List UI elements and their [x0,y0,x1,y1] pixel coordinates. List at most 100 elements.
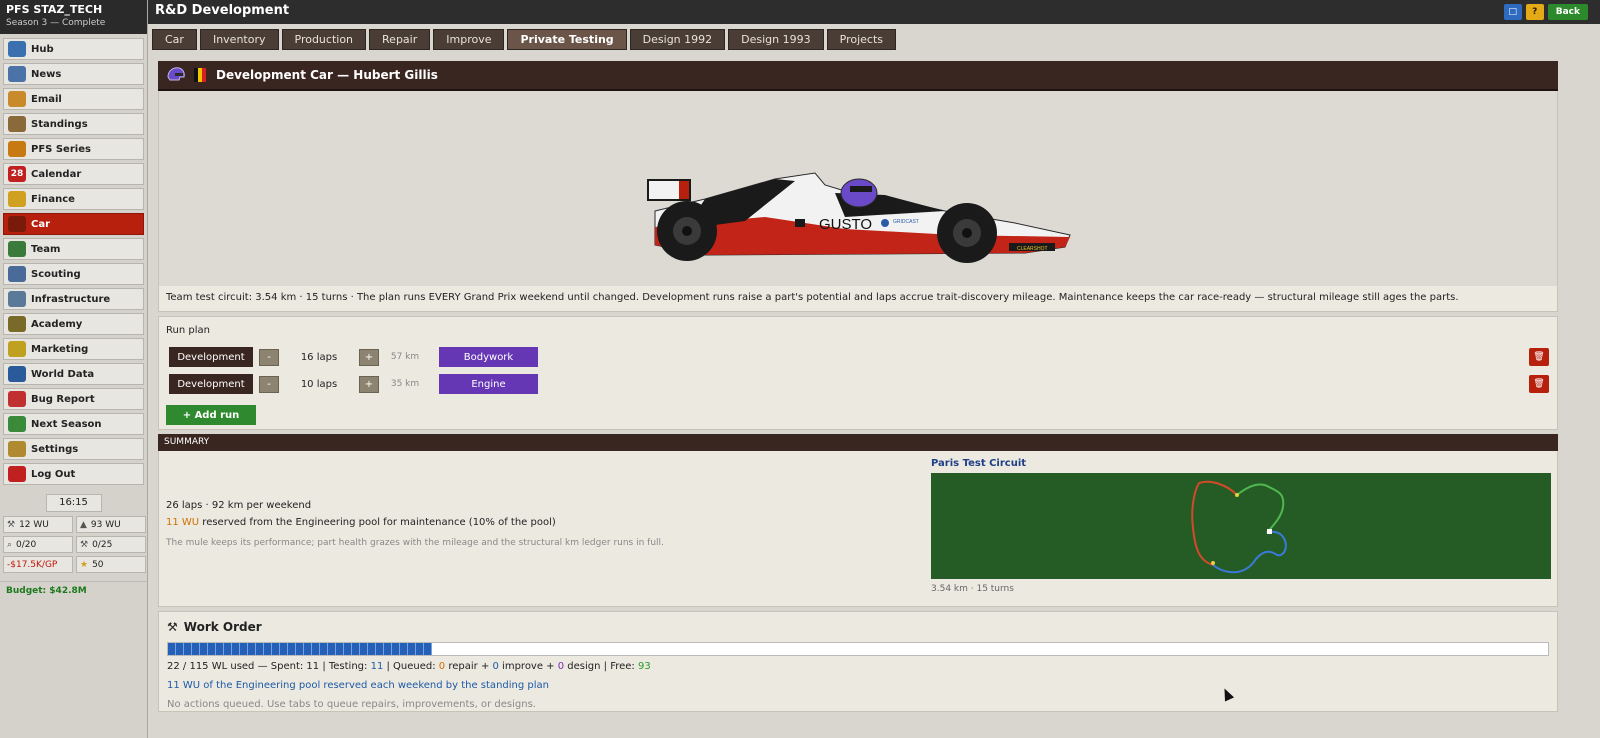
envelope-icon [8,91,26,107]
summary-laps: 26 laps · 92 km per weekend [166,500,312,511]
sidebar-item-label: News [31,68,62,80]
sidebar-item-label: Marketing [31,343,89,355]
sidebar-item-settings[interactable]: Settings [3,438,144,460]
sidebar-item-standings[interactable]: Standings [3,113,144,135]
sidebar-item-team[interactable]: Team [3,238,144,260]
increase-laps-button[interactable]: + [359,348,379,366]
brand: PFS STAZ_TECH Season 3 — Complete [0,0,147,34]
decrease-laps-button[interactable]: - [259,348,279,366]
trash-icon: 🗑 [1533,352,1545,362]
sidebar-item-label: Standings [31,118,88,130]
sidebar-item-log-out[interactable]: Log Out [3,463,144,485]
run-part-button[interactable]: Bodywork [439,347,538,367]
lap-count: 10 laps [300,378,338,390]
trophy-icon [8,141,26,157]
tab-design-1992[interactable]: Design 1992 [629,29,726,50]
work-order-progress [167,642,1549,656]
team-icon [8,241,26,257]
stat-box: -$17.5K/GP [3,556,73,573]
work-order-progress-fill [168,643,432,655]
megaphone-icon [8,341,26,357]
run-distance: 57 km [390,352,420,362]
run-plan-label: Run plan [166,325,210,336]
sidebar-item-label: Scouting [31,268,81,280]
tab-car[interactable]: Car [152,29,197,50]
sidebar-item-infrastructure[interactable]: Infrastructure [3,288,144,310]
stat-box: ★ 50 [76,556,146,573]
world-icon [8,366,26,382]
sidebar-item-label: Log Out [31,468,76,480]
tab-projects[interactable]: Projects [826,29,897,50]
sidebar-item-calendar[interactable]: 28 Calendar [3,163,144,185]
sidebar-item-label: Infrastructure [31,293,111,305]
sidebar-item-pfs-series[interactable]: PFS Series [3,138,144,160]
sidebar-item-label: Hub [31,43,54,55]
circuit-stats: 3.54 km · 15 turns [931,584,1014,594]
sidebar-item-finance[interactable]: Finance [3,188,144,210]
sidebar-item-car[interactable]: Car [3,213,144,235]
flask-icon: ▲ [80,519,87,530]
run-type-button[interactable]: Development [169,347,253,367]
sidebar-item-next-season[interactable]: Next Season [3,413,144,435]
back-button[interactable]: Back [1547,4,1588,20]
sponsor-small-2: CLEARSHOT [1017,246,1048,252]
sidebar-item-label: World Data [31,368,95,380]
tab-improve[interactable]: Improve [433,29,505,50]
run-part-button[interactable]: Engine [439,374,538,394]
increase-laps-button[interactable]: + [359,375,379,393]
globe-icon [8,41,26,57]
sidebar-item-world-data[interactable]: World Data [3,363,144,385]
decrease-laps-button[interactable]: - [259,375,279,393]
calendar-icon: 28 [8,166,26,182]
lap-count: 16 laps [300,351,338,363]
gear-icon [8,441,26,457]
sidebar-item-news[interactable]: News [3,63,144,85]
car-panel-header: Development Car — Hubert Gillis [158,61,1558,91]
sidebar-item-scouting[interactable]: Scouting [3,263,144,285]
sidebar-item-bug-report[interactable]: Bug Report [3,388,144,410]
work-order-heading: ⚒ Work Order [167,620,262,634]
summary-note: The mule keeps its performance; part hea… [166,538,664,548]
run-type-button[interactable]: Development [169,374,253,394]
page-title: R&D Development [155,3,290,18]
run-distance: 35 km [390,379,420,389]
stats-grid: ⚒ 12 WU ▲ 93 WU ⌕ 0/20 ⚒ 0/25 -$17.5K/GP ★ 50 [0,516,147,573]
tab-production[interactable]: Production [281,29,367,50]
sidebar-item-hub[interactable]: Hub [3,38,144,60]
sidebar-item-marketing[interactable]: Marketing [3,338,144,360]
tab-private-testing[interactable]: Private Testing [507,29,627,50]
stat-value: 50 [92,559,104,570]
work-order-panel: ⚒ Work Order 22 / 115 WL used — Spent: 1… [158,611,1558,712]
sidebar-item-academy[interactable]: Academy [3,313,144,335]
academy-icon [8,316,26,332]
delete-run-button[interactable]: 🗑 [1529,348,1549,366]
top-bar: R&D Development □ ? Back [148,0,1600,24]
stat-value: 0/25 [92,539,113,550]
help-icon[interactable]: ? [1525,4,1544,20]
star-icon: ★ [80,559,89,570]
car-render-area: GUSTO GRIDCAST CLEARSHOT [158,91,1558,286]
stat-value: 12 WU [19,519,49,530]
power-icon [8,466,26,482]
tab-repair[interactable]: Repair [369,29,431,50]
tab-inventory[interactable]: Inventory [199,29,279,50]
clock: 16:15 [45,494,102,512]
add-run-button[interactable]: + Add run [166,405,256,425]
delete-run-button[interactable]: 🗑 [1529,375,1549,393]
lifebuoy-icon [8,391,26,407]
tab-design-1993[interactable]: Design 1993 [728,29,824,50]
stat-box: ▲ 93 WU [76,516,146,533]
team-name: PFS STAZ_TECH [6,3,103,16]
sponsor-small-1: GRIDCAST [893,219,919,225]
book-icon[interactable]: □ [1503,4,1522,20]
race-car-icon [8,216,26,232]
factory-icon [8,291,26,307]
clipboard-icon [8,116,26,132]
money-icon [8,191,26,207]
sidebar-item-email[interactable]: Email [3,88,144,110]
stat-value: 0/20 [16,539,37,550]
stat-value: 93 WU [90,519,121,530]
sidebar-item-label: Finance [31,193,75,205]
sidebar-item-label: Next Season [31,418,102,430]
sponsor-text: GUSTO [819,216,872,233]
